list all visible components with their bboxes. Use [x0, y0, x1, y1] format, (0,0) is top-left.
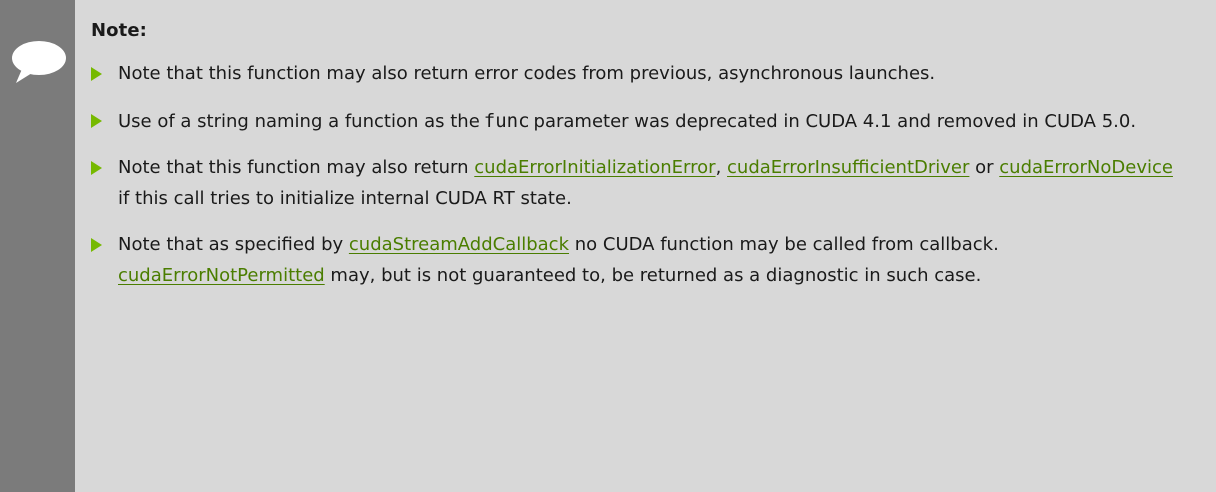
- triangle-bullet-icon: [91, 113, 102, 128]
- triangle-bullet-icon: [91, 161, 102, 175]
- triangle-bullet-icon: [91, 238, 102, 252]
- link-cuda-error-insufficient-driver[interactable]: cudaErrorInsufficientDriver: [727, 157, 969, 178]
- item-text-before: Use of a string naming a function as the: [118, 110, 480, 132]
- note-body: Note: Note that this function may also r…: [75, 0, 1216, 492]
- note-gutter: [0, 0, 75, 492]
- item-text-before: Note that this function may also return: [118, 157, 469, 178]
- list-item: Note that this function may also return …: [91, 59, 1216, 90]
- list-item: Note that this function may also return …: [91, 153, 1216, 214]
- item-text-after: parameter was deprecated in CUDA 4.1 and…: [533, 110, 1137, 132]
- speech-bubble-icon: [12, 41, 66, 83]
- inline-code: func: [483, 109, 530, 132]
- link-cuda-error-initialization-error[interactable]: cudaErrorInitializationError: [474, 157, 715, 178]
- note-box: Note: Note that this function may also r…: [0, 0, 1216, 492]
- triangle-bullet-icon: [91, 67, 102, 81]
- link-cuda-error-no-device[interactable]: cudaErrorNoDevice: [999, 157, 1173, 178]
- link-cuda-stream-add-callback[interactable]: cudaStreamAddCallback: [349, 234, 569, 255]
- list-item: Note that as specified by cudaStreamAddC…: [91, 230, 1216, 291]
- item-separator: ,: [715, 157, 722, 178]
- item-text: Note that this function may also return …: [118, 63, 936, 84]
- item-text-after: if this call tries to initialize interna…: [118, 187, 572, 209]
- item-text-middle: no CUDA function may be called from call…: [569, 234, 999, 255]
- note-list: Note that this function may also return …: [91, 59, 1216, 291]
- item-text-after: may, but is not guaranteed to, be return…: [324, 264, 982, 286]
- item-text-before: Note that as specified by: [118, 234, 344, 255]
- item-separator: or: [969, 157, 1000, 178]
- link-cuda-error-not-permitted[interactable]: cudaErrorNotPermitted: [118, 265, 325, 286]
- note-title: Note:: [91, 20, 147, 41]
- list-item: Use of a string naming a function as the…: [91, 106, 1216, 138]
